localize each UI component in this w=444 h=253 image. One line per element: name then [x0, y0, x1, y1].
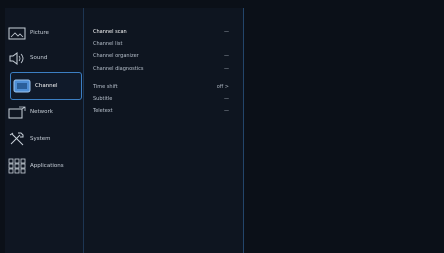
category-system[interactable]: System [6, 126, 80, 152]
category-label: Sound [30, 55, 48, 61]
menu-item-label: Subtitle [93, 96, 113, 102]
category-network[interactable]: Network [6, 99, 80, 125]
category-picture[interactable]: Picture [6, 20, 80, 46]
menu-item-value: — [224, 29, 229, 35]
menu-item-value: — [224, 53, 229, 59]
menu-item-value: off > [216, 84, 229, 90]
menu-item-label: Teletext [93, 108, 113, 114]
menu-item-channel-diagnostics[interactable]: Channel diagnostics — [93, 66, 233, 72]
category-channel[interactable]: Channel [10, 72, 82, 100]
network-icon [6, 102, 28, 122]
preview-panel [244, 8, 444, 253]
category-label: Applications [30, 163, 64, 169]
menu-item-channel-organizer[interactable]: Channel organizer — [93, 53, 233, 59]
menu-item-label: Channel diagnostics [93, 66, 144, 72]
category-applications[interactable]: Applications [6, 153, 80, 179]
menu-item-label: Channel organizer [93, 53, 139, 59]
speaker-icon [6, 48, 28, 68]
category-label: Network [30, 109, 53, 115]
channel-icon [11, 76, 33, 96]
apps-icon [6, 156, 28, 176]
menu-item-label: Channel list [93, 41, 123, 47]
menu-item-value: — [224, 66, 229, 72]
category-label: Channel [35, 83, 58, 89]
category-sound[interactable]: Sound [6, 45, 80, 71]
tools-icon [6, 129, 28, 149]
picture-icon [6, 23, 28, 43]
menu-item-channel-list[interactable]: Channel list [93, 41, 233, 47]
tv-settings-screen: Picture Sound Channel Network System App… [0, 0, 444, 253]
menu-item-value: — [224, 96, 229, 102]
menu-item-label: Channel scan [93, 29, 127, 35]
category-label: Picture [30, 30, 49, 36]
menu-item-subtitle[interactable]: Subtitle — [93, 96, 233, 102]
menu-item-channel-scan[interactable]: Channel scan — [93, 29, 233, 35]
category-label: System [30, 136, 51, 142]
menu-item-value: — [224, 108, 229, 114]
menu-item-time-shift[interactable]: Time shift off > [93, 84, 233, 90]
menu-item-label: Time shift [93, 84, 118, 90]
menu-item-teletext[interactable]: Teletext — [93, 108, 233, 114]
